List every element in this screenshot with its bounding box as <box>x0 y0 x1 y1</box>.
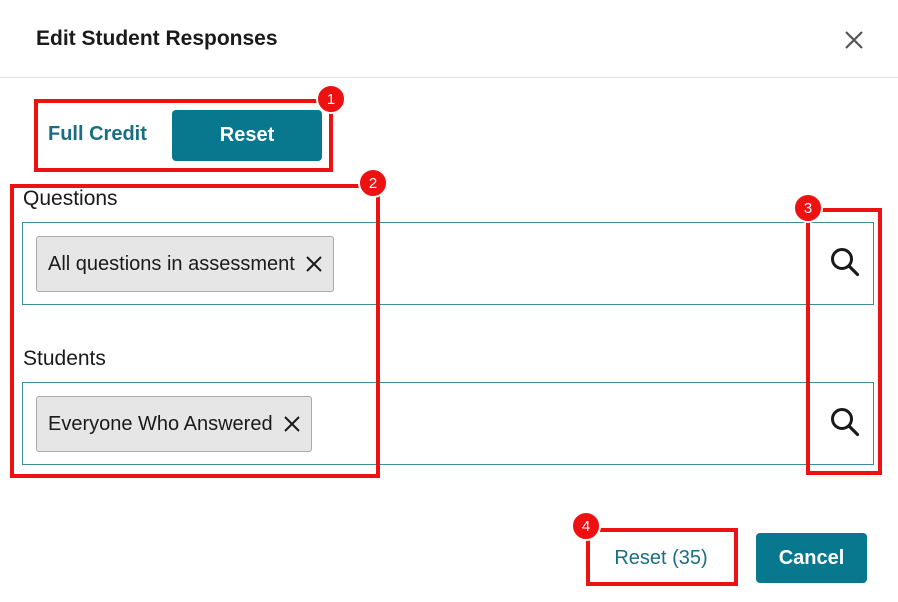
dialog-title: Edit Student Responses <box>36 27 278 50</box>
students-chip-label: Everyone Who Answered <box>48 412 273 435</box>
reset-count-button[interactable]: Reset (35) <box>594 533 728 583</box>
full-credit-link[interactable]: Full Credit <box>48 123 147 146</box>
questions-label: Questions <box>23 187 118 210</box>
reset-mode-button[interactable]: Reset <box>172 110 322 161</box>
annotation-badge-1: 1 <box>316 84 346 114</box>
close-icon[interactable] <box>840 26 868 54</box>
header-divider <box>0 77 898 78</box>
questions-chip: All questions in assessment <box>36 236 334 292</box>
remove-icon[interactable] <box>305 255 323 273</box>
annotation-badge-2: 2 <box>358 168 388 198</box>
students-chip: Everyone Who Answered <box>36 396 312 452</box>
questions-field[interactable]: All questions in assessment <box>22 222 874 305</box>
annotation-badge-3: 3 <box>793 193 823 223</box>
students-label: Students <box>23 347 106 370</box>
remove-icon[interactable] <box>283 415 301 433</box>
search-icon[interactable] <box>827 404 863 440</box>
annotation-badge-4: 4 <box>571 511 601 541</box>
questions-chip-label: All questions in assessment <box>48 252 295 275</box>
students-field[interactable]: Everyone Who Answered <box>22 382 874 465</box>
search-icon[interactable] <box>827 244 863 280</box>
cancel-button[interactable]: Cancel <box>756 533 867 583</box>
